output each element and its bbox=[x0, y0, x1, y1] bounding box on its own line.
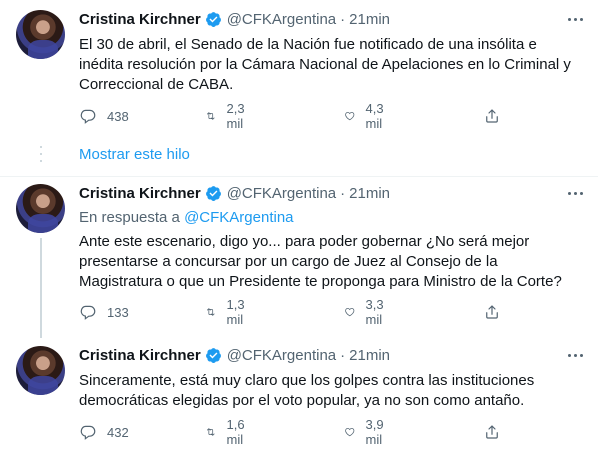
divider bbox=[0, 176, 598, 177]
author-handle[interactable]: @CFKArgentina bbox=[227, 347, 336, 364]
retweet-count: 2,3 mil bbox=[226, 101, 245, 131]
tweet-time[interactable]: 21min bbox=[349, 185, 390, 202]
share-button[interactable] bbox=[483, 107, 501, 125]
separator-dot: · bbox=[340, 184, 346, 202]
reply-to-link[interactable]: @CFKArgentina bbox=[184, 209, 293, 226]
author-name[interactable]: Cristina Kirchner bbox=[79, 11, 201, 28]
like-button[interactable]: 4,3 mil bbox=[344, 101, 390, 131]
reply-icon bbox=[80, 425, 96, 440]
avatar[interactable] bbox=[16, 10, 65, 59]
reply-count: 438 bbox=[107, 108, 129, 124]
reply-button[interactable]: 438 bbox=[79, 107, 129, 125]
avatar[interactable] bbox=[16, 184, 65, 233]
retweet-button[interactable]: 2,3 mil bbox=[205, 101, 251, 131]
reply-icon bbox=[80, 109, 96, 124]
like-count: 3,9 mil bbox=[365, 417, 384, 447]
retweet-icon bbox=[207, 428, 215, 436]
share-button[interactable] bbox=[483, 423, 501, 441]
share-button[interactable] bbox=[483, 303, 501, 321]
like-count: 4,3 mil bbox=[365, 101, 384, 131]
tweet-header: Cristina Kirchner @CFKArgentina · 21min bbox=[79, 183, 390, 203]
reply-context: En respuesta a @CFKArgentina bbox=[79, 209, 294, 226]
author-handle[interactable]: @CFKArgentina bbox=[227, 185, 336, 202]
tweet-text: Ante este escenario, digo yo... para pod… bbox=[79, 233, 562, 290]
reply-button[interactable]: 432 bbox=[79, 423, 129, 441]
tweet-header: Cristina Kirchner @CFKArgentina · 21min bbox=[79, 345, 390, 365]
tweet-time[interactable]: 21min bbox=[349, 11, 390, 28]
author-name[interactable]: Cristina Kirchner bbox=[79, 347, 201, 364]
heart-icon bbox=[345, 112, 355, 121]
share-icon bbox=[486, 425, 498, 439]
avatar[interactable] bbox=[16, 346, 65, 395]
share-icon bbox=[486, 109, 498, 123]
retweet-button[interactable]: 1,3 mil bbox=[205, 297, 251, 327]
author-name[interactable]: Cristina Kirchner bbox=[79, 185, 201, 202]
author-handle[interactable]: @CFKArgentina bbox=[227, 11, 336, 28]
tweet-header: Cristina Kirchner @CFKArgentina · 21min bbox=[79, 9, 390, 29]
thread-connector bbox=[40, 146, 42, 167]
more-options-icon[interactable] bbox=[564, 183, 586, 203]
reply-count: 133 bbox=[107, 304, 129, 320]
retweet-icon bbox=[207, 112, 215, 120]
verified-badge-icon bbox=[205, 185, 222, 202]
reply-count: 432 bbox=[107, 424, 129, 440]
reply-button[interactable]: 133 bbox=[79, 303, 129, 321]
tweet-time[interactable]: 21min bbox=[349, 347, 390, 364]
more-options-icon[interactable] bbox=[564, 345, 586, 365]
verified-badge-icon bbox=[205, 11, 222, 28]
like-button[interactable]: 3,3 mil bbox=[344, 297, 390, 327]
thread-connector-line bbox=[40, 238, 42, 338]
tweet-text: El 30 de abril, el Senado de la Nación f… bbox=[79, 36, 571, 93]
like-count: 3,3 mil bbox=[365, 297, 384, 327]
like-button[interactable]: 3,9 mil bbox=[344, 417, 390, 447]
separator-dot: · bbox=[340, 346, 346, 364]
tweet-timeline: Cristina Kirchner @CFKArgentina · 21min … bbox=[0, 0, 598, 455]
share-icon bbox=[486, 305, 498, 319]
heart-icon bbox=[345, 308, 355, 317]
reply-prefix: En respuesta a bbox=[79, 209, 180, 226]
retweet-count: 1,6 mil bbox=[226, 417, 245, 447]
retweet-button[interactable]: 1,6 mil bbox=[205, 417, 251, 447]
show-thread-link[interactable]: Mostrar este hilo bbox=[79, 146, 190, 163]
verified-badge-icon bbox=[205, 347, 222, 364]
more-options-icon[interactable] bbox=[564, 9, 586, 29]
retweet-icon bbox=[207, 308, 215, 316]
retweet-count: 1,3 mil bbox=[226, 297, 245, 327]
separator-dot: · bbox=[340, 10, 346, 28]
tweet-text: Sinceramente, está muy claro que los gol… bbox=[79, 372, 535, 409]
reply-icon bbox=[80, 305, 96, 320]
heart-icon bbox=[345, 428, 355, 437]
